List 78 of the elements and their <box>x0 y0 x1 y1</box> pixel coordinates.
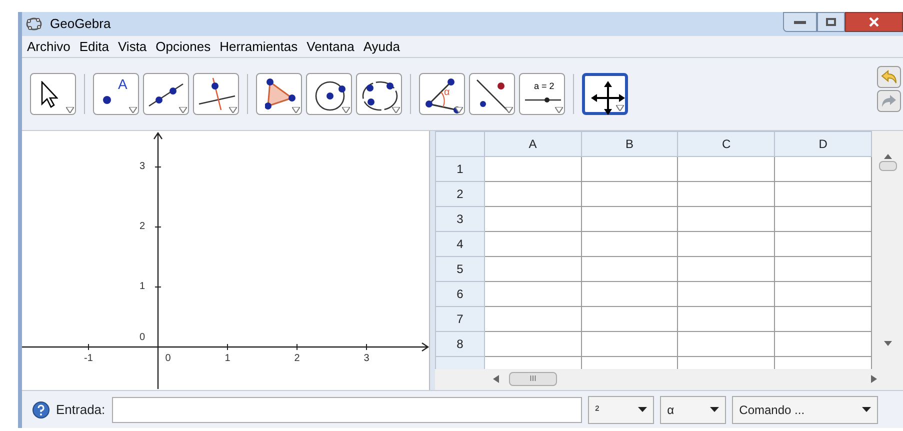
scroll-left-icon[interactable] <box>493 375 499 383</box>
axis-label: 2 <box>139 222 146 232</box>
axis-label: 2 <box>294 354 300 364</box>
close-icon <box>869 17 879 27</box>
row-header: 7 <box>436 306 484 332</box>
perpendicular-lines-icon <box>198 77 236 111</box>
window-title: GeoGebra <box>50 15 111 34</box>
menu-item[interactable]: Ayuda <box>362 36 401 56</box>
tool-button[interactable] <box>306 73 352 115</box>
tool-button[interactable] <box>30 73 76 115</box>
maximize-button[interactable] <box>817 12 845 32</box>
move-arrows-icon <box>590 80 626 116</box>
menu-item[interactable]: Vista <box>117 36 148 56</box>
undo-button[interactable] <box>877 66 901 88</box>
tool-button[interactable] <box>193 73 239 115</box>
app-icon <box>26 17 42 31</box>
row-header: 6 <box>436 282 484 306</box>
tool-button[interactable]: α <box>419 73 465 115</box>
tool-button[interactable] <box>256 73 302 115</box>
axis-label: 1 <box>139 282 146 292</box>
row-header: 2 <box>436 182 484 206</box>
caret-icon <box>638 407 648 412</box>
input-label: Entrada: <box>56 400 106 419</box>
help-icon[interactable] <box>32 400 50 418</box>
column-header: A <box>484 132 582 156</box>
dropdown-triangle-icon[interactable] <box>455 107 463 113</box>
row-header: 8 <box>436 332 484 356</box>
dropdown[interactable]: ² <box>588 396 654 424</box>
caret-icon <box>862 407 872 412</box>
dropdown-triangle-icon[interactable] <box>505 107 513 113</box>
tool-button[interactable] <box>469 73 515 115</box>
axis-label: 3 <box>364 354 370 364</box>
menu-item[interactable]: Opciones <box>154 36 212 56</box>
slider-label: a = 2 <box>534 82 554 91</box>
row-header: 5 <box>436 256 484 282</box>
line-icon <box>148 83 184 107</box>
undo-icon <box>881 70 897 84</box>
angle-icon <box>425 78 461 114</box>
scroll-right-icon[interactable] <box>871 375 877 383</box>
tool-button[interactable] <box>582 73 628 115</box>
ellipse-icon <box>362 81 398 111</box>
circle-icon <box>315 81 346 111</box>
tool-button[interactable]: a = 2 <box>519 73 565 115</box>
menu-item[interactable]: Herramientas <box>218 36 299 56</box>
menu-item[interactable]: Edita <box>78 36 110 56</box>
dropdown[interactable]: α <box>660 396 726 424</box>
caret-icon <box>710 407 720 412</box>
minimize-button[interactable] <box>783 12 817 32</box>
pointer-icon <box>41 81 58 108</box>
axis-label: -1 <box>84 354 93 364</box>
scroll-down-icon[interactable] <box>884 341 892 347</box>
tool-button[interactable]: A <box>93 73 139 115</box>
triangle-icon <box>265 78 296 110</box>
menu-item[interactable]: Archivo <box>26 36 72 56</box>
column-header: B <box>581 132 678 156</box>
column-header: C <box>678 132 775 156</box>
slider-icon <box>524 97 562 103</box>
point-icon <box>102 95 112 105</box>
axis-label: 3 <box>139 162 146 172</box>
tool-button[interactable] <box>356 73 402 115</box>
scroll-thumb[interactable] <box>878 161 896 171</box>
redo-icon <box>881 94 897 108</box>
close-button[interactable] <box>845 12 903 32</box>
axis-label: 1 <box>224 354 230 364</box>
axis-label: 0 <box>139 333 146 343</box>
tool-button[interactable] <box>143 73 189 115</box>
column-header: D <box>774 132 872 156</box>
row-header: 3 <box>436 206 484 232</box>
point-label: A <box>118 77 128 91</box>
menu-item[interactable]: Ventana <box>306 36 356 56</box>
axis-label: 0 <box>165 354 171 364</box>
horizontal-scrollbar[interactable]: III <box>509 372 557 386</box>
row-header: 4 <box>436 232 484 256</box>
angle-label: α <box>444 88 450 98</box>
dropdown[interactable]: Comando ... <box>732 396 878 424</box>
row-header: 1 <box>436 156 484 182</box>
scroll-up-icon[interactable] <box>884 153 892 159</box>
input-field[interactable] <box>112 396 582 422</box>
